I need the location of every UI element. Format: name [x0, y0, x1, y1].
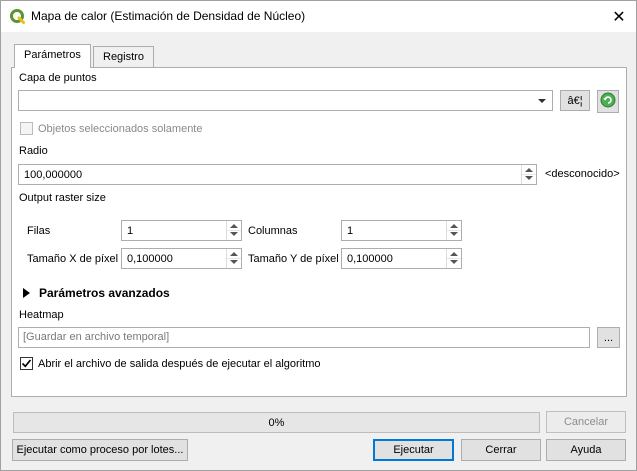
pixel-y-value: 0,100000: [347, 253, 393, 265]
expand-arrow-icon[interactable]: [23, 288, 30, 298]
run-button[interactable]: Ejecutar: [373, 439, 454, 461]
chevron-up-icon: [450, 252, 458, 256]
chevron-down-icon: [450, 232, 458, 236]
points-layer-label: Capa de puntos: [19, 72, 97, 84]
radius-spinbox[interactable]: 100,000000: [18, 164, 537, 185]
chevron-up-icon: [230, 224, 238, 228]
progress-text: 0%: [268, 416, 285, 429]
rows-label: Filas: [27, 225, 51, 237]
points-layer-combo[interactable]: [18, 90, 553, 111]
title-bar: Mapa de calor (Estimación de Densidad de…: [1, 1, 636, 32]
batch-process-button[interactable]: Ejecutar como proceso por lotes...: [12, 439, 188, 461]
close-icon[interactable]: ✕: [602, 1, 636, 32]
tab-parametros[interactable]: Parámetros: [14, 44, 91, 68]
chevron-down-icon: [230, 232, 238, 236]
tab-registro[interactable]: Registro: [93, 46, 154, 68]
checkmark-icon: [21, 359, 32, 368]
pixel-y-stepper[interactable]: [446, 249, 461, 268]
refresh-button[interactable]: [597, 90, 619, 113]
pixel-y-label: Tamaño Y de píxel: [248, 253, 339, 265]
refresh-icon: [600, 92, 616, 111]
chevron-up-icon: [450, 224, 458, 228]
progress-bar: 0%: [13, 412, 540, 433]
close-button[interactable]: Cerrar: [461, 439, 541, 461]
pixel-x-value: 0,100000: [127, 253, 173, 265]
dialog-window: Mapa de calor (Estimación de Densidad de…: [0, 0, 637, 471]
heatmap-output-field[interactable]: [Guardar en archivo temporal]: [18, 327, 590, 348]
cols-spinbox[interactable]: 1: [341, 220, 462, 241]
window-title: Mapa de calor (Estimación de Densidad de…: [31, 9, 306, 23]
cols-stepper[interactable]: [446, 221, 461, 240]
chevron-up-icon: [230, 252, 238, 256]
chevron-down-icon: [450, 260, 458, 264]
rows-spinbox[interactable]: 1: [121, 220, 242, 241]
radius-value: 100,000000: [24, 169, 83, 181]
cancel-button[interactable]: Cancelar: [546, 411, 626, 433]
open-output-checkbox[interactable]: [20, 357, 33, 370]
chevron-down-icon: [538, 99, 546, 103]
browse-button[interactable]: ...: [597, 327, 620, 348]
open-output-label: Abrir el archivo de salida después de ej…: [38, 358, 321, 370]
chevron-up-icon: [525, 168, 533, 172]
cols-value: 1: [347, 225, 354, 237]
radius-unit-label: <desconocido>: [545, 168, 620, 180]
radius-label: Radio: [19, 145, 48, 157]
rows-stepper[interactable]: [226, 221, 241, 240]
radius-stepper[interactable]: [521, 165, 536, 184]
pixel-x-stepper[interactable]: [226, 249, 241, 268]
output-raster-label: Output raster size: [19, 192, 106, 204]
help-button[interactable]: Ayuda: [546, 439, 626, 461]
layer-options-button[interactable]: â€¦: [560, 90, 590, 111]
pixel-x-label: Tamaño X de píxel: [27, 253, 119, 265]
pixel-x-spinbox[interactable]: 0,100000: [121, 248, 242, 269]
heatmap-output-placeholder: [Guardar en archivo temporal]: [23, 331, 170, 343]
rows-value: 1: [127, 225, 134, 237]
pixel-y-spinbox[interactable]: 0,100000: [341, 248, 462, 269]
selected-only-checkbox[interactable]: [20, 122, 33, 135]
cols-label: Columnas: [248, 225, 298, 237]
chevron-down-icon: [525, 176, 533, 180]
advanced-params-toggle[interactable]: Parámetros avanzados: [39, 286, 170, 300]
qgis-logo-icon: [10, 9, 25, 24]
heatmap-label: Heatmap: [19, 309, 64, 321]
chevron-down-icon: [230, 260, 238, 264]
selected-only-label: Objetos seleccionados solamente: [38, 123, 203, 135]
